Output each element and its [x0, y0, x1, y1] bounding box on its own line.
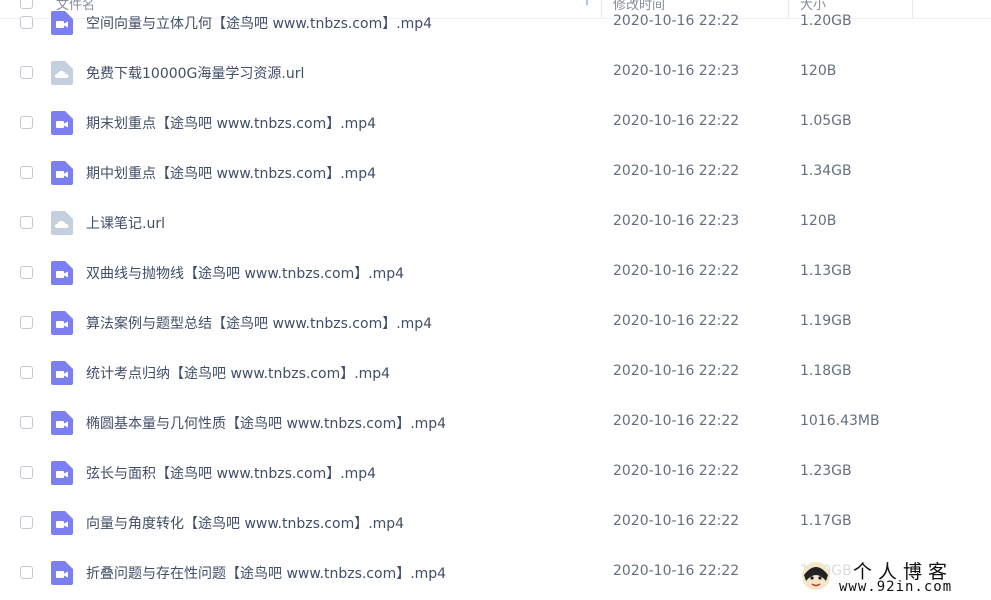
- file-size: 1.19GB: [800, 313, 852, 329]
- link-file-icon: [51, 61, 73, 85]
- file-size: 1.13GB: [800, 263, 852, 279]
- file-checkbox[interactable]: [20, 66, 33, 79]
- file-name[interactable]: 向量与角度转化【途鸟吧 www.tnbzs.com】.mp4: [86, 513, 404, 533]
- video-file-icon: [51, 461, 73, 485]
- file-checkbox[interactable]: [20, 466, 33, 479]
- file-row[interactable]: 弦长与面积【途鸟吧 www.tnbzs.com】.mp4 2020-10-16 2…: [0, 448, 991, 498]
- file-row[interactable]: 椭圆基本量与几何性质【途鸟吧 www.tnbzs.com】.mp4 2020-10…: [0, 398, 991, 448]
- file-checkbox[interactable]: [20, 266, 33, 279]
- file-checkbox[interactable]: [20, 216, 33, 229]
- file-row[interactable]: 双曲线与抛物线【途鸟吧 www.tnbzs.com】.mp4 2020-10-16…: [0, 248, 991, 298]
- file-checkbox[interactable]: [20, 366, 33, 379]
- video-file-icon: [51, 311, 73, 335]
- file-size: 1.34GB: [800, 163, 852, 179]
- video-file-icon: [51, 111, 73, 135]
- file-row[interactable]: 上课笔记.url 2020-10-16 22:23 120B: [0, 198, 991, 248]
- file-modified-date: 2020-10-16 22:23: [613, 213, 740, 229]
- file-name[interactable]: 空间向量与立体几何【途鸟吧 www.tnbzs.com】.mp4: [86, 13, 432, 33]
- file-name[interactable]: 上课笔记.url: [86, 213, 165, 233]
- video-file-icon: [51, 11, 73, 35]
- file-modified-date: 2020-10-16 22:22: [613, 163, 740, 179]
- file-name[interactable]: 期末划重点【途鸟吧 www.tnbzs.com】.mp4: [86, 113, 376, 133]
- file-checkbox[interactable]: [20, 316, 33, 329]
- video-file-icon: [51, 511, 73, 535]
- file-checkbox[interactable]: [20, 116, 33, 129]
- file-row[interactable]: 期中划重点【途鸟吧 www.tnbzs.com】.mp4 2020-10-16 2…: [0, 148, 991, 198]
- file-checkbox[interactable]: [20, 16, 33, 29]
- file-row[interactable]: 算法案例与题型总结【途鸟吧 www.tnbzs.com】.mp4 2020-10-…: [0, 298, 991, 348]
- file-name[interactable]: 折叠问题与存在性问题【途鸟吧 www.tnbzs.com】.mp4: [86, 563, 446, 583]
- file-name[interactable]: 弦长与面积【途鸟吧 www.tnbzs.com】.mp4: [86, 463, 376, 483]
- file-modified-date: 2020-10-16 22:22: [613, 113, 740, 129]
- video-file-icon: [51, 261, 73, 285]
- video-file-icon: [51, 561, 73, 585]
- file-row[interactable]: 期末划重点【途鸟吧 www.tnbzs.com】.mp4 2020-10-16 2…: [0, 98, 991, 148]
- file-size: 1.23GB: [800, 463, 852, 479]
- file-size: 1.17GB: [800, 513, 852, 529]
- file-checkbox[interactable]: [20, 516, 33, 529]
- file-name[interactable]: 期中划重点【途鸟吧 www.tnbzs.com】.mp4: [86, 163, 376, 183]
- file-size: 1.05GB: [800, 113, 852, 129]
- file-name[interactable]: 免费下载10000G海量学习资源.url: [86, 63, 304, 83]
- file-row[interactable]: 免费下载10000G海量学习资源.url 2020-10-16 22:23 120B: [0, 48, 991, 98]
- file-checkbox[interactable]: [20, 416, 33, 429]
- file-size: 120B: [800, 63, 837, 79]
- file-size: 1016.43MB: [800, 413, 880, 429]
- file-modified-date: 2020-10-16 22:22: [613, 513, 740, 529]
- file-name[interactable]: 算法案例与题型总结【途鸟吧 www.tnbzs.com】.mp4: [86, 313, 432, 333]
- file-modified-date: 2020-10-16 22:22: [613, 13, 740, 29]
- file-row[interactable]: 统计考点归纳【途鸟吧 www.tnbzs.com】.mp4 2020-10-16 …: [0, 348, 991, 398]
- file-size: 120B: [800, 213, 837, 229]
- file-modified-date: 2020-10-16 22:22: [613, 263, 740, 279]
- avatar-icon: [802, 562, 830, 590]
- file-checkbox[interactable]: [20, 566, 33, 579]
- file-name[interactable]: 统计考点归纳【途鸟吧 www.tnbzs.com】.mp4: [86, 363, 390, 383]
- file-row[interactable]: 向量与角度转化【途鸟吧 www.tnbzs.com】.mp4 2020-10-16…: [0, 498, 991, 548]
- video-file-icon: [51, 411, 73, 435]
- file-size: 1.20GB: [800, 13, 852, 29]
- file-modified-date: 2020-10-16 22:22: [613, 363, 740, 379]
- file-name[interactable]: 双曲线与抛物线【途鸟吧 www.tnbzs.com】.mp4: [86, 263, 404, 283]
- file-size: 1.18GB: [800, 363, 852, 379]
- watermark-url: www.92in.com: [839, 579, 953, 595]
- file-row[interactable]: 空间向量与立体几何【途鸟吧 www.tnbzs.com】.mp4 2020-10-…: [0, 0, 991, 48]
- video-file-icon: [51, 161, 73, 185]
- file-modified-date: 2020-10-16 22:22: [613, 463, 740, 479]
- file-modified-date: 2020-10-16 22:22: [613, 563, 740, 579]
- file-modified-date: 2020-10-16 22:22: [613, 313, 740, 329]
- file-checkbox[interactable]: [20, 166, 33, 179]
- file-modified-date: 2020-10-16 22:23: [613, 63, 740, 79]
- file-modified-date: 2020-10-16 22:22: [613, 413, 740, 429]
- video-file-icon: [51, 361, 73, 385]
- link-file-icon: [51, 211, 73, 235]
- blog-watermark: 个人博客 www.92in.com: [797, 555, 991, 600]
- file-name[interactable]: 椭圆基本量与几何性质【途鸟吧 www.tnbzs.com】.mp4: [86, 413, 446, 433]
